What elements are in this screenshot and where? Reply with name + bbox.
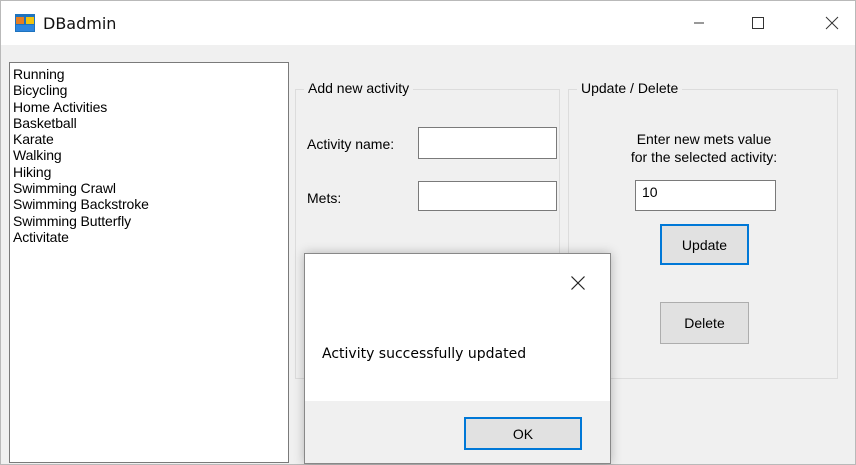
- dialog-close-button[interactable]: [563, 268, 593, 298]
- list-item[interactable]: Bicycling: [12, 82, 288, 98]
- list-item[interactable]: Hiking: [12, 164, 288, 180]
- list-item[interactable]: Running: [12, 66, 288, 82]
- list-item[interactable]: Home Activities: [12, 99, 288, 115]
- window-title: DBadmin: [43, 14, 117, 33]
- hint-line-1: Enter new mets value: [636, 131, 772, 147]
- list-item[interactable]: Swimming Butterfly: [12, 213, 288, 229]
- activity-name-label: Activity name:: [307, 136, 395, 152]
- close-icon: [825, 16, 839, 30]
- minimize-icon: [694, 22, 704, 24]
- update-button[interactable]: Update: [660, 224, 749, 265]
- message-dialog: Activity successfully updated OK: [304, 253, 611, 464]
- close-icon: [571, 276, 585, 290]
- list-item[interactable]: Activitate: [12, 229, 288, 245]
- delete-button[interactable]: Delete: [660, 302, 749, 344]
- list-item[interactable]: Walking: [12, 147, 288, 163]
- list-item[interactable]: Swimming Crawl: [12, 180, 288, 196]
- activity-name-input[interactable]: [418, 127, 557, 159]
- maximize-icon: [752, 17, 764, 29]
- minimize-button[interactable]: [676, 1, 722, 45]
- close-button[interactable]: [809, 1, 855, 45]
- add-activity-group-title: Add new activity: [304, 80, 414, 96]
- main-window: DBadmin Running Bicycling Home Activitie…: [0, 0, 856, 465]
- update-delete-group-title: Update / Delete: [577, 80, 683, 96]
- list-item[interactable]: Karate: [12, 131, 288, 147]
- mets-input[interactable]: [418, 181, 557, 211]
- title-bar[interactable]: DBadmin: [1, 1, 855, 45]
- activity-listbox[interactable]: Running Bicycling Home Activities Basket…: [9, 62, 289, 463]
- dialog-message: Activity successfully updated: [322, 346, 527, 362]
- new-mets-input[interactable]: 10: [635, 180, 776, 211]
- mets-label: Mets:: [307, 190, 342, 206]
- list-item[interactable]: Swimming Backstroke: [12, 196, 288, 212]
- app-icon: [15, 14, 35, 32]
- hint-line-2: for the selected activity:: [630, 149, 778, 165]
- dialog-body: Activity successfully updated: [305, 254, 610, 401]
- maximize-button[interactable]: [735, 1, 781, 45]
- ok-button[interactable]: OK: [464, 417, 582, 450]
- list-item[interactable]: Basketball: [12, 115, 288, 131]
